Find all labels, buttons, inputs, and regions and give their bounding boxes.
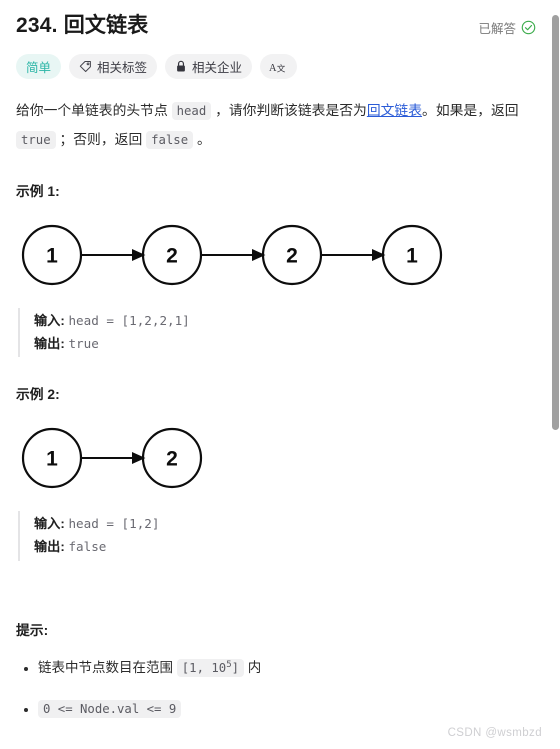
lock-icon <box>175 60 187 73</box>
example-2-diagram: 1 2 <box>16 417 536 499</box>
constraints-list: 链表中节点数目在范围 [1, 105] 内 0 <= Node.val <= 9 <box>10 655 536 722</box>
svg-text:A: A <box>269 63 277 74</box>
desc-part-4: ；否则，返回 <box>55 131 147 147</box>
font-toggle-chip[interactable]: A 文 <box>260 54 298 80</box>
svg-text:文: 文 <box>277 62 286 74</box>
example-1-io: 输入: head = [1,2,2,1] 输出: true <box>18 307 536 358</box>
output-label: 输出: <box>34 335 65 351</box>
example-1-diagram: 1 2 2 1 <box>16 214 536 296</box>
problem-description: 给你一个单链表的头节点 head ，请你判断该链表是否为回文链表。如果是，返回 … <box>16 97 528 154</box>
node-value: 2 <box>286 244 298 267</box>
hints-heading: 提示: <box>16 622 49 638</box>
output-value: false <box>68 539 107 555</box>
example-2-heading: 示例 2: <box>16 387 60 403</box>
code-node-range: [1, 105] <box>176 658 245 677</box>
code-head: head <box>171 102 212 121</box>
code-node-val: 0 <= Node.val <= 9 <box>38 700 182 719</box>
input-value: head = [1,2,2,1] <box>68 312 190 328</box>
desc-part-1: 给你一个单链表的头节点 <box>16 103 172 119</box>
constraint-text-before: 链表中节点数目在范围 <box>38 659 177 675</box>
related-companies-label: 相关企业 <box>192 61 243 76</box>
title-row: 234. 回文链表 已解答 <box>10 12 536 40</box>
input-label: 输入: <box>34 312 65 328</box>
constraint-item: 链表中节点数目在范围 [1, 105] 内 <box>38 655 536 681</box>
example-1-heading: 示例 1: <box>16 183 60 199</box>
status-badge: 已解答 <box>478 18 536 37</box>
code-range-tail: ] <box>231 660 240 675</box>
palindrome-link[interactable]: 回文链表 <box>367 103 422 118</box>
problem-page: 234. 回文链表 已解答 简单 相关标签 相关企业 A 文 给你一个单链表的头… <box>0 0 560 749</box>
problem-content: 234. 回文链表 已解答 简单 相关标签 相关企业 A 文 给你一个单链表的头… <box>0 0 560 749</box>
example-2-io: 输入: head = [1,2] 输出: false <box>18 511 536 561</box>
font-size-icon: A 文 <box>269 60 288 74</box>
constraint-text-after: 内 <box>244 659 262 675</box>
difficulty-label: 简单 <box>26 61 52 76</box>
node-value: 2 <box>166 448 178 471</box>
example-1-input-row: 输入: head = [1,2,2,1] <box>34 310 536 333</box>
watermark: CSDN @wsmbzd <box>447 727 542 739</box>
related-topics-chip[interactable]: 相关标签 <box>69 54 158 80</box>
difficulty-chip[interactable]: 简单 <box>16 54 62 80</box>
node-value: 1 <box>406 244 418 267</box>
related-topics-label: 相关标签 <box>97 61 148 76</box>
scrollbar-thumb[interactable] <box>552 15 559 430</box>
tag-icon <box>79 60 92 73</box>
example-2-output-row: 输出: false <box>34 536 536 559</box>
code-true: true <box>16 130 56 149</box>
tag-row: 简单 相关标签 相关企业 A 文 <box>16 54 536 80</box>
input-label: 输入: <box>34 516 65 532</box>
output-value: true <box>68 335 99 351</box>
example-2-input-row: 输入: head = [1,2] <box>34 513 536 536</box>
related-companies-chip[interactable]: 相关企业 <box>165 54 253 80</box>
node-value: 2 <box>166 244 178 267</box>
output-label: 输出: <box>34 539 65 555</box>
constraint-item: 0 <= Node.val <= 9 <box>38 696 536 722</box>
desc-part-3: 。如果是，返回 <box>422 103 519 119</box>
check-circle-icon <box>521 20 536 35</box>
node-value: 1 <box>46 448 58 471</box>
example-1-output-row: 输出: true <box>34 333 536 356</box>
solved-label: 已解答 <box>478 22 516 36</box>
desc-part-2: ，请你判断该链表是否为 <box>211 103 367 119</box>
page-title: 234. 回文链表 <box>16 14 149 37</box>
node-value: 1 <box>46 244 58 267</box>
desc-part-5: 。 <box>193 131 211 147</box>
code-range-base: [1, 10 <box>181 660 227 675</box>
input-value: head = [1,2] <box>68 516 160 532</box>
scrollbar-track[interactable] <box>551 0 560 749</box>
code-false: false <box>146 130 194 149</box>
